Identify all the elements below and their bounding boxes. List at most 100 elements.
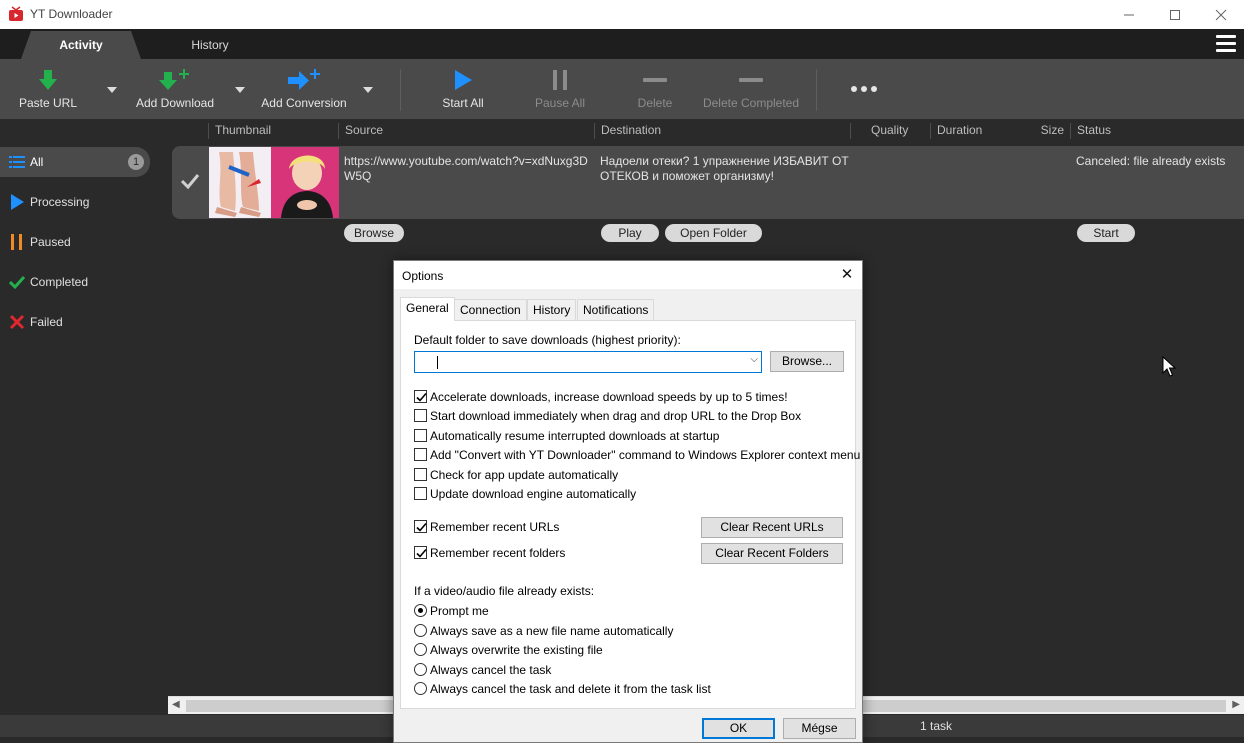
- start-all-label: Start All: [442, 96, 484, 110]
- column-header-row: Thumbnail Source Destination Quality Dur…: [168, 119, 1244, 141]
- add-conversion-dropdown-icon[interactable]: [363, 85, 375, 95]
- pause-icon: [553, 70, 567, 90]
- sidebar-item-label: Paused: [30, 235, 71, 249]
- add-download-icon: [159, 69, 189, 90]
- sidebar-item-failed[interactable]: Failed: [0, 307, 150, 337]
- column-destination[interactable]: Destination: [594, 123, 661, 139]
- tab-activity[interactable]: Activity: [21, 31, 141, 59]
- tab-notifications[interactable]: Notifications: [577, 299, 655, 320]
- tab-general[interactable]: General: [400, 297, 455, 321]
- sidebar-item-completed[interactable]: Completed: [0, 267, 150, 297]
- maximize-icon[interactable]: [1152, 0, 1198, 29]
- browse-source-button[interactable]: Browse: [344, 224, 404, 242]
- checkbox[interactable]: [414, 468, 427, 481]
- add-conversion-button[interactable]: Add Conversion: [258, 59, 350, 119]
- sidebar-item-label: All: [30, 155, 44, 169]
- ok-button[interactable]: OK: [702, 718, 775, 739]
- pause-all-button[interactable]: Pause All: [525, 59, 595, 119]
- list-icon: [9, 156, 25, 168]
- clear-recent-urls-button[interactable]: Clear Recent URLs: [701, 517, 843, 538]
- radio-button[interactable]: [414, 682, 427, 695]
- count-badge: 1: [128, 154, 144, 170]
- checkbox-label: Start download immediately when drag and…: [430, 409, 802, 423]
- checkbox[interactable]: [414, 429, 427, 442]
- checkbox-label: Add "Convert with YT Downloader" command…: [430, 448, 861, 462]
- window-title: YT Downloader: [30, 7, 113, 21]
- sidebar-item-processing[interactable]: Processing: [0, 187, 150, 217]
- checkbox[interactable]: [414, 487, 427, 500]
- minus-icon: [643, 78, 667, 82]
- title-bar: YT Downloader: [0, 0, 1244, 29]
- minimize-icon[interactable]: [1106, 0, 1152, 29]
- download-arrow-icon: [39, 70, 57, 90]
- tab-connection[interactable]: Connection: [454, 299, 527, 320]
- scroll-right-icon[interactable]: ▶: [1232, 699, 1240, 710]
- scroll-left-icon[interactable]: ◀: [172, 699, 180, 710]
- checkbox-label: Check for app update automatically: [430, 468, 619, 482]
- add-download-button[interactable]: Add Download: [132, 59, 218, 119]
- play-icon: [11, 194, 24, 210]
- paste-url-label: Paste URL: [18, 96, 78, 110]
- video-thumbnail[interactable]: [209, 147, 339, 218]
- column-thumbnail[interactable]: Thumbnail: [208, 123, 271, 139]
- delete-button[interactable]: Delete: [620, 59, 690, 119]
- radio-label: Always save as a new file name automatic…: [430, 624, 674, 638]
- column-duration[interactable]: Duration: [930, 123, 982, 139]
- radio-button[interactable]: [414, 604, 427, 617]
- table-row[interactable]: https://www.youtube.com/watch?v=xdNuxg3D…: [172, 146, 1244, 242]
- pause-icon: [11, 234, 22, 250]
- checkbox[interactable]: [414, 390, 427, 403]
- sidebar-item-label: Completed: [30, 275, 89, 289]
- start-task-button[interactable]: Start: [1077, 224, 1135, 242]
- toolbar-separator: [400, 69, 401, 111]
- open-folder-button[interactable]: Open Folder: [665, 224, 762, 242]
- checkbox[interactable]: [414, 409, 427, 422]
- chevron-down-icon[interactable]: ⌵: [750, 354, 758, 365]
- play-icon: [455, 70, 472, 90]
- options-dialog: Options ✕ General Connection History Not…: [393, 260, 863, 743]
- paste-url-button[interactable]: Paste URL: [10, 59, 86, 119]
- clear-recent-folders-button[interactable]: Clear Recent Folders: [701, 543, 843, 564]
- task-count-text: 1 task: [920, 719, 953, 733]
- column-status[interactable]: Status: [1070, 123, 1111, 139]
- tab-history[interactable]: History: [150, 31, 270, 59]
- download-folder-combobox[interactable]: ⌵: [414, 351, 762, 373]
- sidebar-item-label: Failed: [30, 315, 63, 329]
- general-settings-panel: Default folder to save downloads (highes…: [400, 320, 860, 709]
- radio-button[interactable]: [414, 624, 427, 637]
- task-destination: Надоели отеки? 1 упражнение ИЗБАВИТ ОТ О…: [600, 154, 849, 183]
- radio-button[interactable]: [414, 663, 427, 676]
- radio-label: Prompt me: [430, 604, 489, 618]
- task-status: Canceled: file already exists: [1076, 154, 1226, 168]
- delete-label: Delete: [637, 96, 673, 110]
- checkbox[interactable]: [414, 448, 427, 461]
- radio-button[interactable]: [414, 643, 427, 656]
- ellipsis-icon: [851, 86, 877, 92]
- column-source[interactable]: Source: [338, 123, 383, 139]
- hamburger-menu-icon[interactable]: [1216, 35, 1236, 53]
- check-icon: [180, 174, 200, 190]
- start-all-button[interactable]: Start All: [428, 59, 498, 119]
- browse-folder-button[interactable]: Browse...: [770, 351, 844, 372]
- sidebar-item-all[interactable]: All 1: [0, 147, 150, 177]
- more-options-button[interactable]: [844, 59, 884, 119]
- dialog-title: Options: [402, 269, 444, 283]
- checkbox-label: Accelerate downloads, increase download …: [430, 390, 788, 404]
- sidebar-item-paused[interactable]: Paused: [0, 227, 150, 257]
- sidebar-item-label: Processing: [30, 195, 90, 209]
- close-icon[interactable]: ✕: [838, 266, 856, 284]
- cancel-button[interactable]: Mégse: [783, 718, 856, 739]
- checkbox[interactable]: [414, 520, 427, 533]
- paste-url-dropdown-icon[interactable]: [107, 85, 119, 95]
- tab-history[interactable]: History: [527, 299, 577, 320]
- play-button[interactable]: Play: [601, 224, 659, 242]
- column-quality[interactable]: Quality: [850, 123, 926, 139]
- add-download-dropdown-icon[interactable]: [235, 85, 247, 95]
- close-icon[interactable]: [1198, 0, 1244, 29]
- file-exists-label: If a video/audio file already exists:: [414, 584, 595, 598]
- column-size[interactable]: Size: [1014, 123, 1070, 139]
- radio-label: Always overwrite the existing file: [430, 643, 603, 657]
- folder-label: Default folder to save downloads (highes…: [414, 333, 681, 347]
- delete-completed-button[interactable]: Delete Completed: [700, 59, 802, 119]
- checkbox[interactable]: [414, 546, 427, 559]
